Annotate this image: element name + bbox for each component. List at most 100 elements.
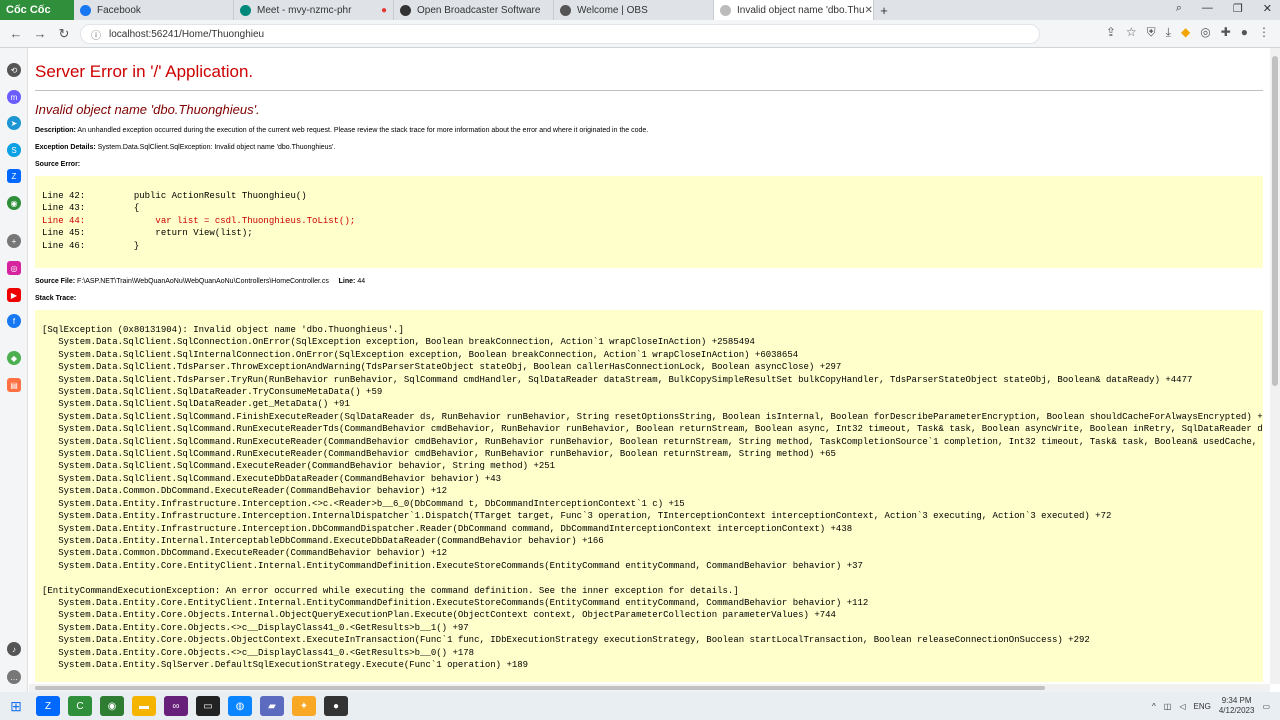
code-line: Line 46: } — [42, 240, 140, 251]
browser-app-icon[interactable]: ◍ — [228, 696, 252, 716]
vertical-scroll-thumb[interactable] — [1272, 56, 1278, 386]
stack-trace-heading: Stack Trace: — [35, 295, 1270, 302]
source-file-info: Source File: F:\ASP.NET\Train\WebQuanAoN… — [35, 278, 1270, 285]
site-info-icon[interactable]: ⓘ — [91, 27, 101, 42]
stack-line: System.Data.SqlClient.TdsParser.TryRun(R… — [42, 374, 1193, 385]
line-number: 44 — [357, 278, 366, 285]
bookmark-star-icon[interactable]: ☆ — [1126, 25, 1137, 40]
network-icon[interactable]: ◫ — [1164, 702, 1172, 711]
tab-label: Invalid object name 'dbo.Thu — [737, 4, 865, 16]
tab-welcome-obs[interactable]: Welcome | OBS — [554, 0, 714, 20]
shop-icon[interactable]: ▤ — [7, 378, 21, 392]
language-indicator[interactable]: ENG — [1194, 702, 1211, 711]
url-text[interactable]: localhost:56241/Home/Thuonghieu — [109, 29, 264, 40]
browser-logo[interactable]: Cốc Cốc — [0, 0, 74, 20]
profile-avatar[interactable]: ● — [1241, 25, 1248, 40]
tab-label: Welcome | OBS — [577, 4, 648, 16]
code-line: Line 45: return View(list); — [42, 228, 253, 239]
meet-icon — [240, 4, 251, 16]
stack-line: System.Data.SqlClient.SqlInternalConnect… — [42, 349, 799, 360]
horizontal-scroll-thumb[interactable] — [35, 686, 1045, 690]
reload-button[interactable]: ↻ — [52, 26, 76, 42]
shield-icon[interactable]: ⛨ — [1147, 25, 1156, 40]
source-file-path: F:\ASP.NET\Train\WebQuanAoNu\WebQuanAoNu… — [77, 278, 329, 285]
stack-line: System.Data.SqlClient.SqlConnection.OnEr… — [42, 337, 755, 348]
clock[interactable]: 9:34 PM 4/12/2023 — [1219, 696, 1255, 716]
windows-start-icon[interactable]: ⊞ — [4, 696, 28, 716]
facebook-icon[interactable]: f — [7, 314, 21, 328]
restore-button[interactable]: ❐ — [1233, 2, 1243, 15]
back-button[interactable]: ← — [4, 26, 28, 41]
terminal-icon[interactable]: ▭ — [196, 696, 220, 716]
tab-error[interactable]: Invalid object name 'dbo.Thu ✕ — [714, 0, 874, 20]
minimize-button[interactable]: — — [1202, 2, 1213, 15]
close-window-button[interactable]: ✕ — [1263, 2, 1272, 15]
close-tab-icon[interactable]: ✕ — [865, 5, 873, 16]
puzzle-icon[interactable]: ✚ — [1221, 25, 1231, 40]
extension-icon[interactable]: ◆ — [1181, 25, 1190, 40]
volume-icon[interactable]: ◁ — [1179, 702, 1185, 711]
stack-line: System.Data.Entity.Infrastructure.Interc… — [42, 498, 685, 509]
horizontal-scrollbar[interactable] — [29, 684, 1270, 692]
tab-facebook[interactable]: Facebook — [74, 0, 234, 20]
app-icon[interactable]: ◆ — [7, 351, 21, 365]
tab-label: Meet - mvy-nzmc-phr — [257, 4, 352, 16]
editor-app-icon[interactable]: ▰ — [260, 696, 284, 716]
error-message: Invalid object name 'dbo.Thuonghieus'. — [35, 102, 260, 117]
tab-label: Open Broadcaster Software — [417, 4, 541, 16]
stack-line: System.Data.Common.DbCommand.ExecuteRead… — [42, 486, 448, 497]
code-line: Line 42: public ActionResult Thuonghieu(… — [42, 191, 307, 201]
stack-line: [EntityCommandExecutionException: An err… — [42, 585, 739, 596]
notifications-icon[interactable]: ▭ — [1262, 702, 1270, 711]
source-error-box: Line 42: public ActionResult Thuonghieu(… — [35, 176, 1263, 268]
stack-line: System.Data.Entity.SqlServer.DefaultSqlE… — [42, 659, 529, 670]
visual-studio-icon[interactable]: ∞ — [164, 696, 188, 716]
stack-line: [SqlException (0x80131904): Invalid obje… — [42, 325, 404, 335]
stack-line: System.Data.SqlClient.SqlCommand.RunExec… — [42, 436, 1263, 447]
youtube-icon[interactable]: ▶ — [7, 288, 21, 302]
forward-button[interactable]: → — [28, 26, 52, 41]
game-app-icon[interactable]: ◉ — [100, 696, 124, 716]
search-tabs-icon[interactable]: ⌕ — [1176, 2, 1182, 15]
skype-icon[interactable]: S — [7, 143, 21, 157]
zalo-app-icon[interactable]: Z — [36, 696, 60, 716]
tab-label: Facebook — [97, 4, 141, 16]
stack-line: System.Data.SqlClient.SqlCommand.FinishE… — [42, 411, 1263, 422]
stack-line: System.Data.Entity.Core.Objects.Internal… — [42, 610, 836, 621]
stack-line: System.Data.Entity.Infrastructure.Interc… — [42, 511, 1112, 522]
menu-icon[interactable]: ⋮ — [1258, 25, 1270, 40]
browser-toolbar: ← → ↻ ⓘ localhost:56241/Home/Thuonghieu … — [0, 20, 1280, 48]
sql-app-icon[interactable]: ✦ — [292, 696, 316, 716]
instagram-icon[interactable]: ◎ — [7, 261, 21, 275]
tab-meet[interactable]: Meet - mvy-nzmc-phr ● — [234, 0, 394, 20]
code-line-error: Line 44: var list = csdl.Thuonghieus.ToL… — [42, 215, 356, 226]
obs-app-icon[interactable]: ● — [324, 696, 348, 716]
obs-icon — [400, 4, 411, 16]
settings-icon[interactable]: … — [7, 670, 21, 684]
file-explorer-icon[interactable]: ▬ — [132, 696, 156, 716]
new-tab-button[interactable]: + — [874, 3, 894, 18]
tab-obs[interactable]: Open Broadcaster Software — [394, 0, 554, 20]
share-icon[interactable]: ⇪ — [1106, 25, 1116, 40]
stack-line: System.Data.Entity.Core.Objects.<>c__Dis… — [42, 622, 469, 633]
tray-chevron-icon[interactable]: ^ — [1152, 702, 1156, 711]
zalo-icon[interactable]: Z — [7, 169, 21, 183]
exception-details: Exception Details: System.Data.SqlClient… — [35, 144, 1270, 151]
globe-icon — [560, 4, 571, 16]
telegram-icon[interactable]: ➤ — [7, 116, 21, 130]
line-label: Line: — [338, 278, 356, 285]
add-icon[interactable]: + — [7, 234, 21, 248]
game-icon[interactable]: ◉ — [7, 196, 21, 210]
history-icon[interactable]: ⟲ — [7, 63, 21, 77]
download-icon[interactable]: ⤓ — [1166, 25, 1171, 40]
notification-bell-icon[interactable]: ♪ — [7, 642, 21, 656]
compass-icon[interactable]: ◎ — [1200, 25, 1210, 40]
source-file-label: Source File: — [35, 278, 76, 285]
coccoc-app-icon[interactable]: C — [68, 696, 92, 716]
stack-trace-label: Stack Trace: — [35, 295, 77, 302]
vertical-scrollbar[interactable] — [1270, 48, 1280, 684]
facebook-icon — [80, 4, 91, 16]
messenger-icon[interactable]: m — [7, 90, 21, 104]
tab-strip: Cốc Cốc Facebook Meet - mvy-nzmc-phr ● O… — [0, 0, 1280, 20]
address-bar[interactable]: ⓘ localhost:56241/Home/Thuonghieu — [80, 24, 1040, 44]
